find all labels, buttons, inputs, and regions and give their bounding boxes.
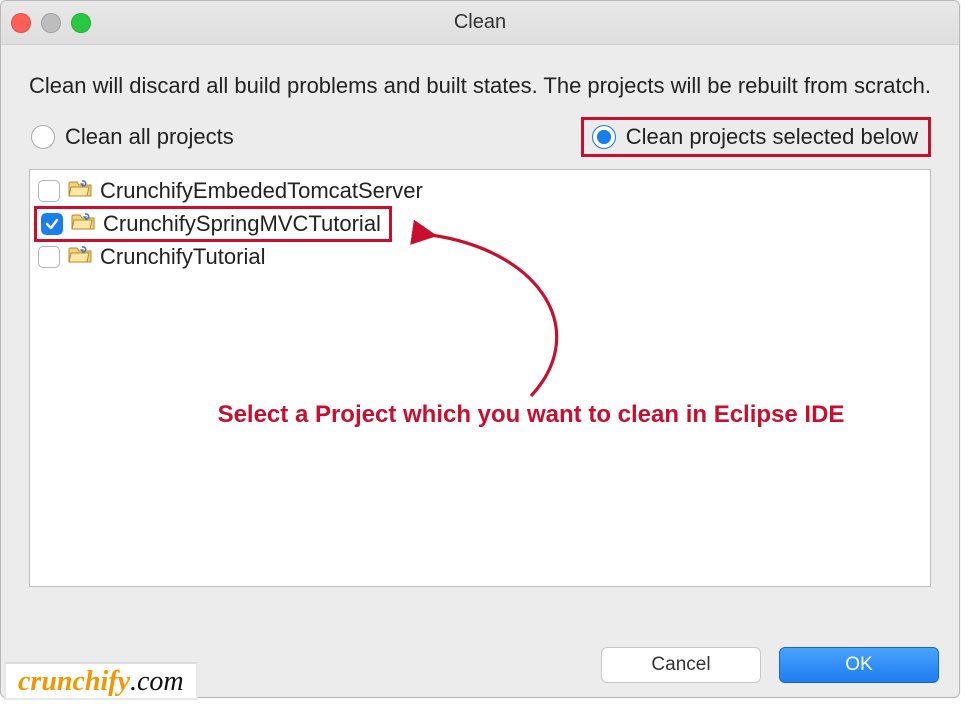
radio-clean-selected[interactable]: Clean projects selected below (581, 117, 931, 157)
dialog-description: Clean will discard all build problems an… (29, 71, 931, 101)
folder-icon (68, 244, 92, 270)
project-checkbox[interactable] (41, 213, 63, 235)
radio-label: Clean projects selected below (626, 124, 918, 150)
radio-clean-all[interactable]: Clean all projects (29, 120, 240, 154)
radio-row: Clean all projects Clean projects select… (29, 117, 931, 157)
cancel-button[interactable]: Cancel (601, 647, 761, 683)
ok-button[interactable]: OK (779, 647, 939, 683)
annotation-text: Select a Project which you want to clean… (181, 401, 881, 429)
watermark-suffix: .com (130, 666, 184, 697)
radio-indicator (592, 125, 616, 149)
watermark: crunchify.com (4, 662, 198, 700)
radio-indicator (31, 125, 55, 149)
project-row[interactable]: CrunchifySpringMVCTutorial (34, 206, 392, 242)
project-name: CrunchifyEmbededTomcatServer (100, 178, 423, 204)
titlebar: Clean (1, 1, 959, 45)
project-checkbox[interactable] (38, 246, 60, 268)
folder-icon (71, 211, 95, 237)
project-name: CrunchifyTutorial (100, 244, 265, 270)
project-row[interactable]: CrunchifyEmbededTomcatServer (34, 176, 922, 206)
dialog-footer: Cancel OK (601, 647, 939, 683)
minimize-window-button[interactable] (41, 13, 61, 33)
folder-icon (68, 178, 92, 204)
maximize-window-button[interactable] (71, 13, 91, 33)
project-name: CrunchifySpringMVCTutorial (103, 211, 381, 237)
window-controls (11, 13, 91, 33)
dialog-window: Clean Clean will discard all build probl… (0, 0, 960, 698)
watermark-brand: crunchify (18, 666, 130, 697)
radio-label: Clean all projects (65, 124, 234, 150)
annotation-arrow-icon (401, 221, 661, 421)
close-window-button[interactable] (11, 13, 31, 33)
project-checkbox[interactable] (38, 180, 60, 202)
window-title: Clean (454, 11, 506, 34)
